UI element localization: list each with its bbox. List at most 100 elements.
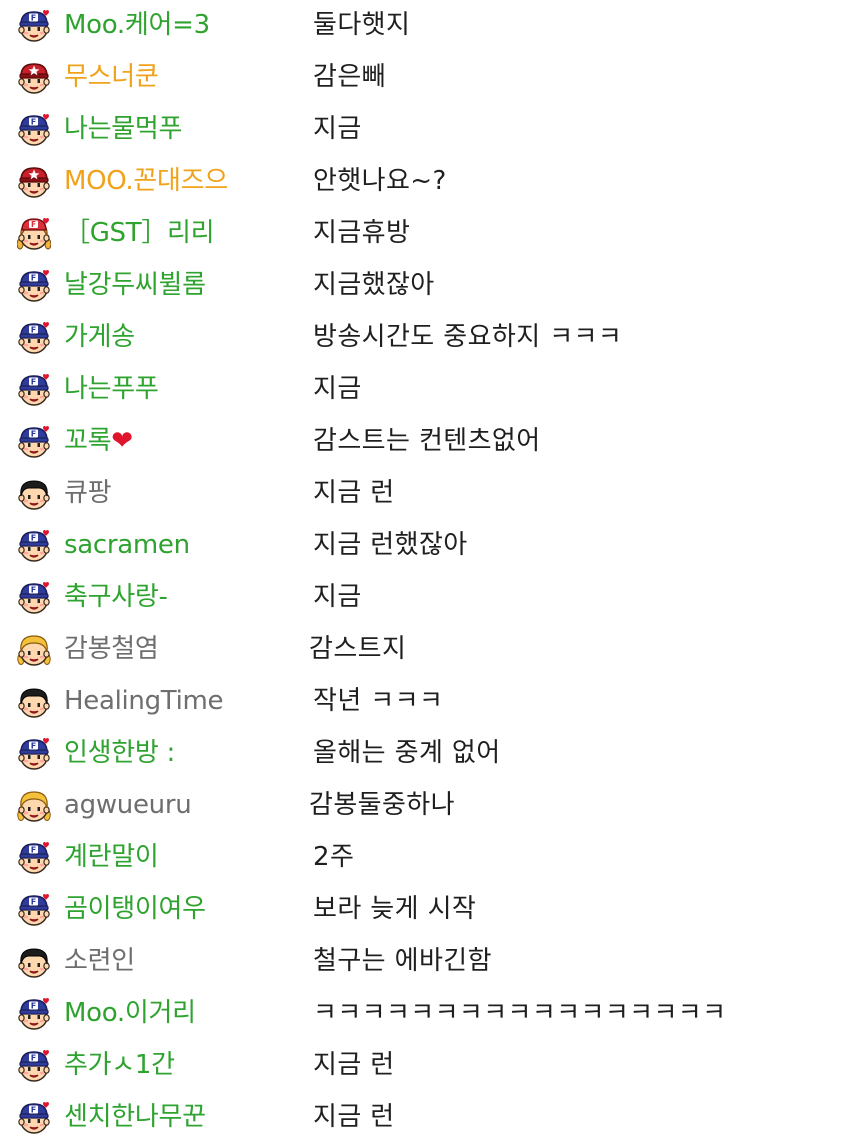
chat-nickname-text[interactable]: 가게송 [64,322,135,352]
chat-nickname-text[interactable]: 감봉철염 [64,634,159,664]
chat-message-row: F 가게송 방송시간도 중요하지 ㅋㅋㅋ [0,311,850,363]
chat-nickname[interactable]: 큐팡 [64,467,112,519]
chat-message-text: 안햇나요~? [313,166,447,196]
chat-nickname-text[interactable]: Moo.케어=3 [64,10,210,40]
chat-nickname-text[interactable]: 날강두씨뷜롬 [64,270,206,300]
chat-message-text: 지금 [313,582,362,612]
chat-message-row: F Moo.케어=3 둘다햇지 [0,0,850,51]
boy-user-icon [17,685,51,719]
chat-nickname[interactable]: HealingTime [64,675,224,727]
chat-nickname[interactable]: 나는물먹푸 [64,103,182,155]
chat-message-row: HealingTime 작년 ㅋㅋㅋ [0,675,850,727]
chat-nickname[interactable]: 축구사랑- [64,571,168,623]
chat-nickname[interactable]: 곰이탱이여우 [64,883,206,935]
chat-nickname[interactable]: agwueuru [64,779,192,831]
chat-nickname-text[interactable]: 나는물먹푸 [64,114,182,144]
chat-message-text: 철구는 에바긴함 [313,946,492,976]
chat-nickname[interactable]: 추가ㅅ1간 [64,1039,175,1091]
girl-user-icon [17,789,51,823]
fan-badge-icon: F [17,321,51,355]
chat-nickname-text[interactable]: agwueuru [64,790,192,820]
chat-nickname-text[interactable]: 곰이탱이여우 [64,894,206,924]
chat-message-text: 감스트지 [309,634,407,664]
chat-message-row: F ［GST］리리 지금휴방 [0,207,850,259]
chat-nickname[interactable]: 계란말이 [64,831,159,883]
chat-message-text: 감은빼 [313,62,386,92]
chat-nickname-text[interactable]: 나는푸푸 [64,374,159,404]
boy-user-icon [17,945,51,979]
svg-text:F: F [31,274,36,283]
chat-message-row: 감봉철염 감스트지 [0,623,850,675]
fan-badge-icon: F [17,113,51,147]
fan-badge-icon: F [17,997,51,1031]
chat-message-text: 작년 ㅋㅋㅋ [313,686,444,716]
fan-badge-icon: F [17,9,51,43]
chat-log: F Moo.케어=3 둘다햇지 무스너쿤 감은빼 F 나는물먹푸 지금 MOO.… [0,0,850,1143]
chat-message-row: F Moo.이거리 ㅋㅋㅋㅋㅋㅋㅋㅋㅋㅋㅋㅋㅋㅋㅋㅋㅋ [0,987,850,1039]
chat-nickname-text[interactable]: 축구사랑- [64,582,168,612]
chat-nickname-text[interactable]: HealingTime [64,686,224,716]
svg-text:F: F [31,586,36,595]
chat-nickname[interactable]: 센치한나무꾼 [64,1091,206,1143]
chat-nickname-text[interactable]: 무스너쿤 [64,62,159,92]
chat-message-text: 지금 런 [313,478,395,508]
chat-message-row: F 꼬록❤ 감스트는 컨텐츠없어 [0,415,850,467]
chat-nickname-text[interactable]: MOO.꼰대즈으 [64,166,228,196]
chat-nickname-text[interactable]: 인생한방 : [64,738,175,768]
chat-nickname[interactable]: Moo.이거리 [64,987,196,1039]
chat-nickname[interactable]: 나는푸푸 [64,363,159,415]
chat-nickname[interactable]: 무스너쿤 [64,51,159,103]
svg-text:F: F [31,1054,36,1063]
chat-nickname-text[interactable]: Moo.이거리 [64,998,196,1028]
manager-badge-icon [17,165,51,199]
chat-message-row: F 인생한방 : 올해는 중계 없어 [0,727,850,779]
chat-nickname[interactable]: 인생한방 : [64,727,175,779]
fan-badge-icon: F [17,737,51,771]
chat-nickname-text[interactable]: 큐팡 [64,478,112,508]
svg-text:F: F [31,430,36,439]
chat-message-row: F 곰이탱이여우 보라 늦게 시작 [0,883,850,935]
svg-text:F: F [31,1106,36,1115]
fan-badge-icon: F [17,425,51,459]
chat-message-row: F 나는물먹푸 지금 [0,103,850,155]
chat-message-row: 소련인 철구는 에바긴함 [0,935,850,987]
svg-text:F: F [31,378,36,387]
manager-badge-icon [17,61,51,95]
chat-nickname-text[interactable]: 꼬록 [64,426,112,456]
chat-message-text: 지금 [313,114,362,144]
chat-nickname-text[interactable]: ［GST］리리 [64,218,215,248]
fan-badge-icon: F [17,1101,51,1135]
svg-text:F: F [31,898,36,907]
fan-badge-icon: F [17,581,51,615]
svg-text:F: F [31,1002,36,1011]
chat-message-row: F 센치한나무꾼 지금 런 [0,1091,850,1143]
chat-message-text: 지금휴방 [313,218,411,248]
chat-message-row: 큐팡 지금 런 [0,467,850,519]
chat-nickname-text[interactable]: 센치한나무꾼 [64,1102,206,1132]
chat-nickname[interactable]: 소련인 [64,935,135,987]
chat-message-row: F sacramen 지금 런했잖아 [0,519,850,571]
chat-nickname-text[interactable]: 추가ㅅ1간 [64,1050,175,1080]
fan-badge-icon: F [17,529,51,563]
chat-message-text: 둘다햇지 [313,10,411,40]
chat-nickname-text[interactable]: 소련인 [64,946,135,976]
chat-nickname[interactable]: 가게송 [64,311,135,363]
chat-nickname-text[interactable]: sacramen [64,530,190,560]
chat-message-row: F 축구사랑- 지금 [0,571,850,623]
chat-nickname[interactable]: ［GST］리리 [64,207,215,259]
svg-text:F: F [31,742,36,751]
chat-nickname[interactable]: 날강두씨뷜롬 [64,259,206,311]
chat-nickname[interactable]: 감봉철염 [64,623,159,675]
chat-nickname-text[interactable]: 계란말이 [64,842,159,872]
chat-message-text: 지금 런 [313,1050,395,1080]
chat-nickname[interactable]: Moo.케어=3 [64,0,210,51]
chat-nickname[interactable]: MOO.꼰대즈으 [64,155,228,207]
svg-text:F: F [31,534,36,543]
chat-message-row: 무스너쿤 감은빼 [0,51,850,103]
chat-nickname[interactable]: 꼬록❤ [64,415,133,467]
fan-badge-icon: F [17,269,51,303]
chat-message-text: 지금 [313,374,362,404]
svg-text:F: F [31,220,36,229]
heart-icon: ❤ [111,426,133,456]
chat-nickname[interactable]: sacramen [64,519,190,571]
